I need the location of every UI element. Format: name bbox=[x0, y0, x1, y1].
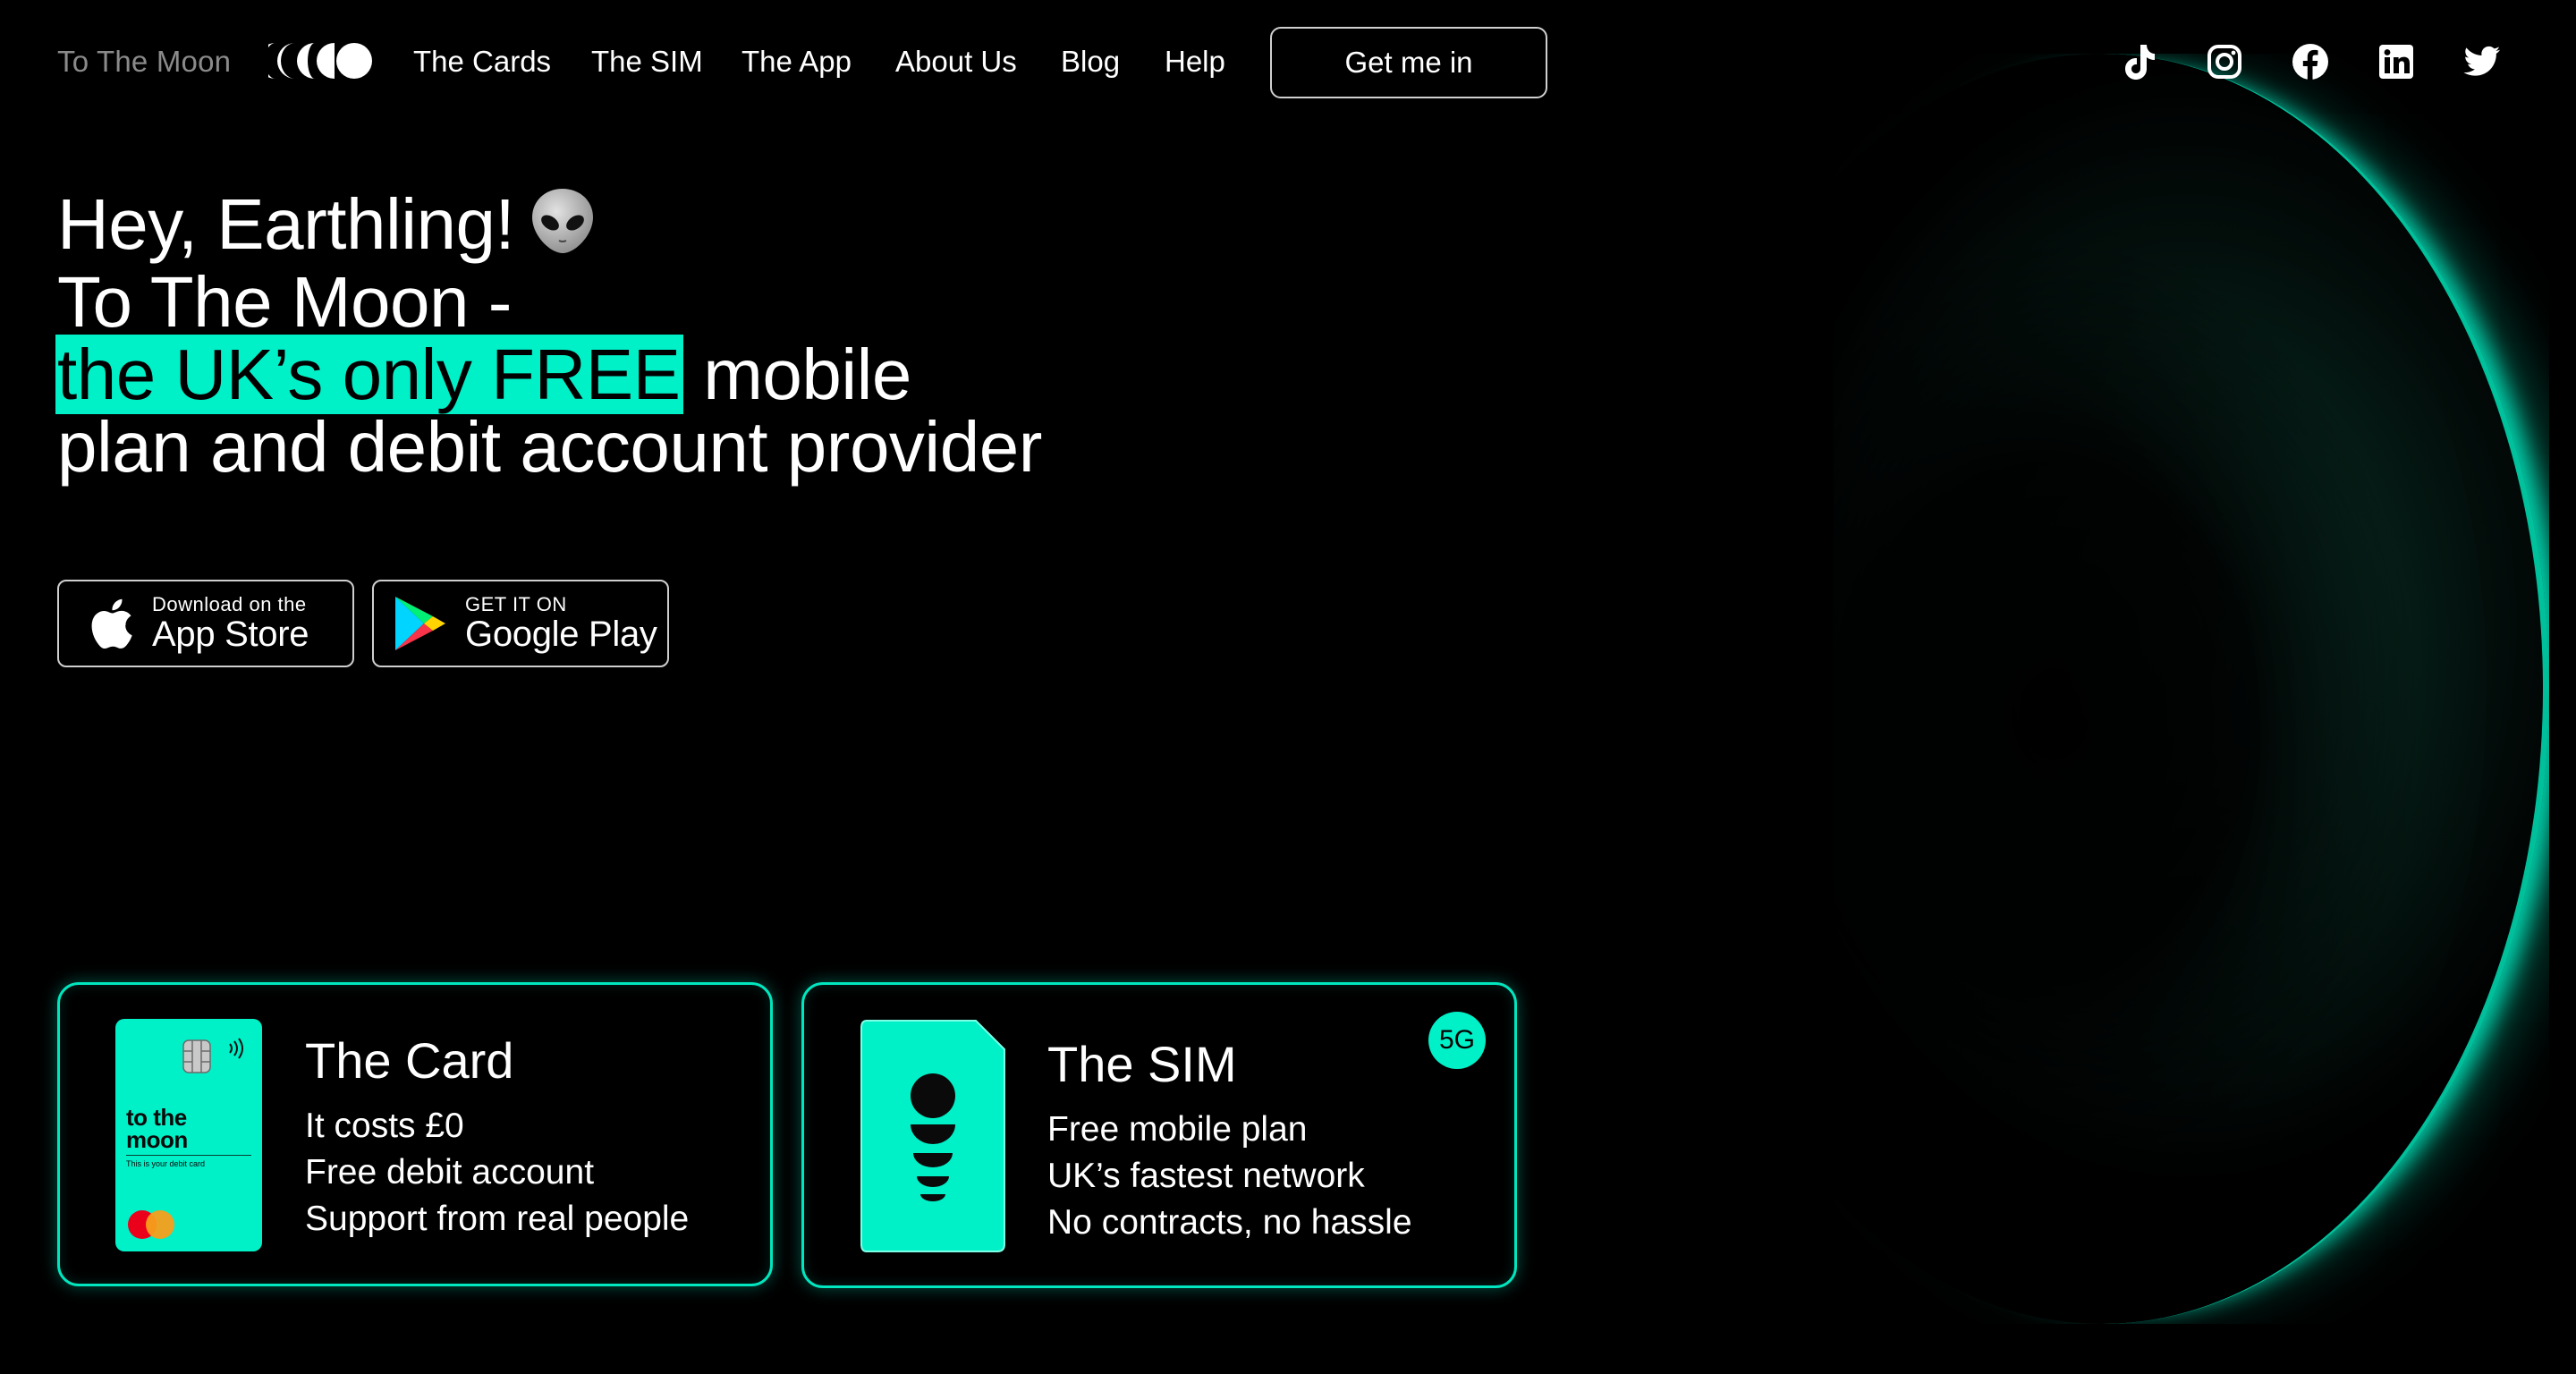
hero-line-3-rest: mobile bbox=[703, 334, 911, 414]
hero-line-3: the UK’s only FREE mobile bbox=[55, 334, 1220, 414]
sim-card-image bbox=[860, 1020, 1005, 1252]
linkedin-icon[interactable] bbox=[2377, 43, 2415, 81]
google-play-big-text: Google Play bbox=[465, 615, 657, 654]
hero-headline: Hey, Earthling! To The Moon - the UK’s o… bbox=[55, 188, 1220, 487]
debit-card-image: to the moon This is your debit card bbox=[115, 1019, 262, 1251]
the-card-line-1: It costs £0 bbox=[305, 1107, 464, 1145]
nav-link-the-app[interactable]: The App bbox=[741, 45, 852, 79]
the-sim-line-3: No contracts, no hassle bbox=[1047, 1203, 1412, 1242]
page: To The Moon The Cards The SIM The App Ab… bbox=[0, 0, 2576, 1374]
hero-line-1: Hey, Earthling! bbox=[57, 188, 1220, 266]
contactless-icon bbox=[229, 1038, 243, 1059]
moon-phases-logo-icon[interactable] bbox=[268, 41, 374, 81]
nav-link-about-us[interactable]: About Us bbox=[895, 45, 1017, 79]
nav-link-blog[interactable]: Blog bbox=[1061, 45, 1120, 79]
apple-icon bbox=[91, 598, 132, 649]
get-me-in-button[interactable]: Get me in bbox=[1270, 27, 1547, 98]
hero-highlight: the UK’s only FREE bbox=[55, 334, 684, 414]
tiktok-icon[interactable] bbox=[2120, 43, 2157, 81]
the-card-title: The Card bbox=[305, 1032, 514, 1089]
hero-greeting: Hey, Earthling! bbox=[57, 184, 515, 264]
card-divider bbox=[126, 1155, 251, 1156]
app-store-big-text: App Store bbox=[152, 615, 309, 654]
5g-badge: 5G bbox=[1428, 1012, 1486, 1069]
instagram-icon[interactable] bbox=[2206, 43, 2243, 81]
card-caption: This is your debit card bbox=[126, 1159, 206, 1168]
mastercard-icon bbox=[128, 1210, 174, 1239]
card-brand-text: to the moon bbox=[126, 1106, 188, 1153]
top-navigation: To The Moon The Cards The SIM The App Ab… bbox=[0, 0, 2576, 125]
the-sim-title: The SIM bbox=[1047, 1036, 1237, 1092]
hero-line-2: To The Moon - bbox=[57, 261, 512, 342]
nav-link-the-sim[interactable]: The SIM bbox=[591, 45, 703, 79]
app-store-small-text: Download on the bbox=[152, 593, 307, 615]
the-card-line-2: Free debit account bbox=[305, 1153, 595, 1192]
alien-icon bbox=[532, 188, 594, 253]
brand-name[interactable]: To The Moon bbox=[57, 45, 231, 79]
the-sim-feature[interactable]: 5G The SIM Free mobile plan UK’s fastest… bbox=[801, 982, 1517, 1288]
nav-link-help[interactable]: Help bbox=[1165, 45, 1225, 79]
card-brand-line-2: moon bbox=[126, 1126, 188, 1153]
app-store-badge[interactable]: Download on the App Store bbox=[57, 580, 354, 667]
hero-line-4: plan and debit account provider bbox=[57, 406, 1042, 487]
the-card-line-3: Support from real people bbox=[305, 1200, 690, 1238]
google-play-icon bbox=[395, 597, 445, 650]
facebook-icon[interactable] bbox=[2292, 43, 2329, 81]
the-sim-line-2: UK’s fastest network bbox=[1047, 1157, 1365, 1195]
card-chip-icon bbox=[182, 1039, 211, 1073]
google-play-badge[interactable]: GET IT ON Google Play bbox=[372, 580, 669, 667]
the-card-feature[interactable]: to the moon This is your debit card The … bbox=[57, 982, 773, 1286]
google-play-small-text: GET IT ON bbox=[465, 593, 567, 615]
the-sim-line-1: Free mobile plan bbox=[1047, 1110, 1308, 1149]
nav-link-the-cards[interactable]: The Cards bbox=[413, 45, 551, 79]
twitter-icon[interactable] bbox=[2463, 43, 2501, 81]
